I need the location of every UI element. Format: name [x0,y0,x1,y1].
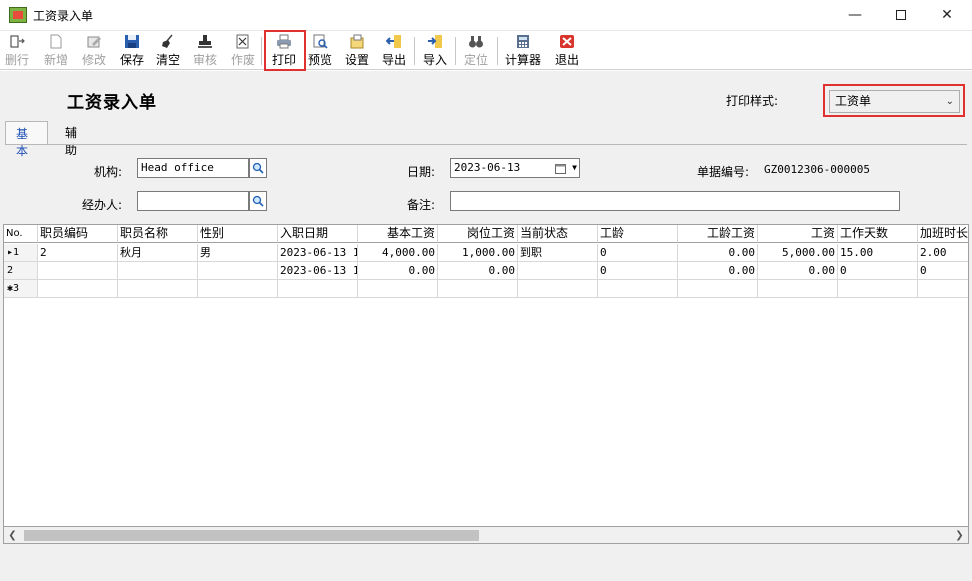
void-button[interactable]: 作废 [229,34,257,68]
window-title: 工资录入单 [33,8,94,23]
delete-row-icon [9,34,25,49]
calculator-button[interactable]: 计算器 [503,34,543,68]
settings-button[interactable]: 设置 [343,34,371,68]
tab-basic[interactable]: 基本 [5,121,48,158]
print-style-highlight [823,84,965,117]
minimize-button[interactable]: — [832,0,878,30]
calendar-dropdown-icon[interactable]: ▼ [555,161,577,175]
maximize-icon [896,10,906,20]
table-row[interactable]: ▸1 2 秋月 男 2023-06-13 1 4,000.00 1,000.00… [4,244,968,262]
search-icon [252,162,264,174]
clear-broom-icon [160,34,176,49]
column-header[interactable]: 基本工资 [358,225,438,243]
import-button[interactable]: 导入 [421,34,449,68]
date-value: 2023-06-13 [454,161,521,174]
column-header[interactable]: 岗位工资 [438,225,518,243]
binoculars-icon [468,34,484,49]
note-label: 备注: [406,198,435,212]
handler-label: 经办人: [81,198,122,212]
exit-button[interactable]: 退出 [553,34,581,68]
date-field[interactable]: 2023-06-13 ▼ [450,158,580,178]
handler-lookup-button[interactable] [249,191,267,211]
grid-header-row: No. 职员编码 职员名称 性别 入职日期 基本工资 岗位工资 当前状态 工龄 … [4,225,968,243]
close-button[interactable]: ✕ [924,0,970,30]
app-logo-icon [9,7,27,23]
page-title: 工资录入单 [67,93,157,113]
void-icon [235,34,251,49]
note-field[interactable] [450,191,900,211]
org-field[interactable]: Head office [137,158,249,178]
search-icon [252,195,264,207]
scroll-right-icon[interactable]: ❯ [951,527,968,544]
column-header[interactable]: 当前状态 [518,225,598,243]
export-icon [386,34,402,49]
column-header[interactable]: 职员编码 [38,225,118,243]
scroll-left-icon[interactable]: ❮ [4,527,21,544]
date-label: 日期: [406,165,435,179]
print-button-highlight [264,30,306,71]
export-button[interactable]: 导出 [380,34,408,68]
exit-icon [559,34,575,49]
edit-icon [86,34,102,49]
org-lookup-button[interactable] [249,158,267,178]
handler-field[interactable] [137,191,249,211]
column-header[interactable]: 工龄 [598,225,678,243]
toolbar: 删行 新增 修改 保存 清空 审核 作废 打印 预览 设置 导出 导入 定位 计… [0,30,972,70]
column-header[interactable]: 性别 [198,225,278,243]
import-icon [427,34,443,49]
column-header[interactable]: 工龄工资 [678,225,758,243]
column-header[interactable]: 工作天数 [838,225,918,243]
column-header[interactable]: 加班时长 [918,225,968,243]
approve-stamp-icon [197,34,213,49]
maximize-button[interactable] [878,0,924,30]
new-document-icon [48,34,64,49]
preview-magnifier-icon [312,34,328,49]
toolbar-separator [261,37,262,65]
edit-button[interactable]: 修改 [80,34,108,68]
salary-grid: No. 职员编码 职员名称 性别 入职日期 基本工资 岗位工资 当前状态 工龄 … [3,224,969,527]
save-button[interactable]: 保存 [118,34,146,68]
toolbar-separator [497,37,498,65]
tab-auxiliary[interactable]: 辅助 [55,121,98,157]
main-content: 工资录入单 打印样式: 工资单 ⌄ 基本 辅助 机构: Head office … [0,71,972,581]
column-header[interactable]: 职员名称 [118,225,198,243]
delete-row-button[interactable]: 删行 [3,34,31,68]
toolbar-separator [414,37,415,65]
tab-divider [5,144,967,145]
calculator-icon [515,34,531,49]
print-style-label: 打印样式: [726,94,779,108]
column-header[interactable]: No. [4,225,38,243]
new-button[interactable]: 新增 [42,34,70,68]
title-bar: 工资录入单 — ✕ [0,0,972,30]
table-row[interactable]: 2 2023-06-13 1 0.00 0.00 0 0.00 0.00 0 0 [4,262,968,280]
horizontal-scrollbar[interactable]: ❮ ❯ [3,527,969,544]
clear-button[interactable]: 清空 [154,34,182,68]
scrollbar-thumb[interactable] [24,530,479,541]
doc-no-label: 单据编号: [696,165,749,179]
locate-button[interactable]: 定位 [462,34,490,68]
settings-icon [349,34,365,49]
save-disk-icon [124,34,140,49]
column-header[interactable]: 工资 [758,225,838,243]
doc-no-value: GZ0012306-000005 [764,163,870,176]
preview-button[interactable]: 预览 [306,34,334,68]
approve-button[interactable]: 审核 [191,34,219,68]
toolbar-separator [455,37,456,65]
org-label: 机构: [93,165,122,179]
table-row-new[interactable]: ✱3 [4,280,968,298]
column-header[interactable]: 入职日期 [278,225,358,243]
